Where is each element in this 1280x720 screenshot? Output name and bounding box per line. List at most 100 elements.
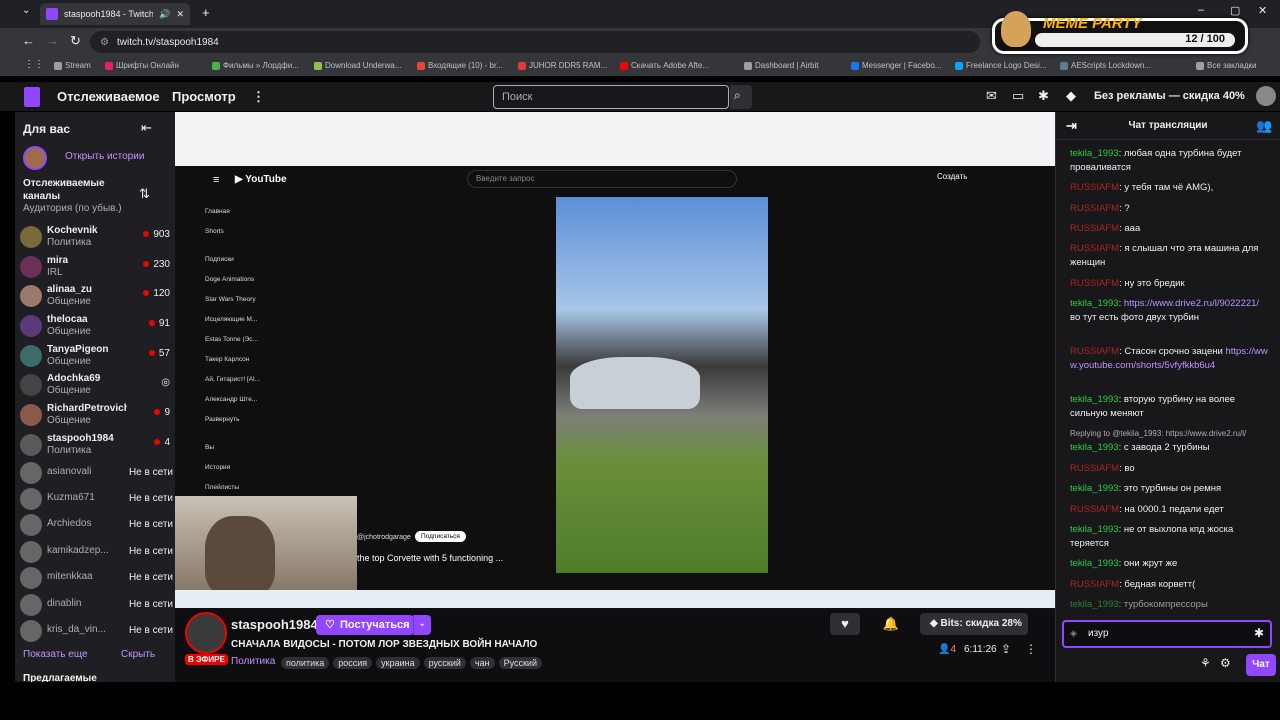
follow-button[interactable]: ♡ Постучаться xyxy=(316,615,414,635)
avatar xyxy=(20,345,42,367)
extensions-icon[interactable]: ✱ xyxy=(1038,88,1049,104)
show-more-link[interactable]: Показать еще xyxy=(23,649,88,660)
close-tab-icon[interactable]: ✕ xyxy=(176,9,184,20)
chat-message: RUSSIAFM: ааа xyxy=(1070,223,1141,234)
bookmark-item[interactable]: Dashboard | Airbit xyxy=(744,61,818,70)
sidebar-channel-offline[interactable]: kamikadzep... Не в сети xyxy=(20,538,173,566)
url-field[interactable]: ⚙ twitch.tv/staspooh1984 xyxy=(90,31,980,53)
bits-cheer-icon[interactable]: ✱ xyxy=(1254,626,1264,640)
tag[interactable]: украина xyxy=(376,657,420,669)
sidebar-channel-staspooh1984[interactable]: staspooh1984 Политика 4 xyxy=(20,431,170,459)
more-options-icon[interactable]: ⋮ xyxy=(1025,642,1037,656)
nav-browse[interactable]: Просмотр xyxy=(172,89,236,104)
sidebar-channel-adochka69[interactable]: Adochka69 Общение ◎ xyxy=(20,371,170,399)
chat-message: tekila_1993: https://www.drive2.ru/l/902… xyxy=(1070,298,1260,323)
tag[interactable]: Русский xyxy=(498,657,542,669)
bookmark-item[interactable]: Входящие (10) - br... xyxy=(417,61,503,70)
speaker-icon[interactable]: 🔊 xyxy=(159,9,170,20)
apps-icon[interactable]: ⋮⋮ xyxy=(24,59,44,70)
bookmark-item[interactable]: Freelance Logo Desi... xyxy=(955,61,1047,70)
sidebar-channel-tanyapigeon[interactable]: TanyaPigeon Общение 57 xyxy=(20,342,170,370)
hide-link[interactable]: Скрыть xyxy=(121,649,155,660)
user-avatar[interactable] xyxy=(1256,86,1276,106)
sidebar-channel-alinaa[interactable]: alinaa_zu Общение 120 xyxy=(20,282,170,310)
channel-name: TanyaPigeon xyxy=(47,344,109,355)
bookmark-item[interactable]: Фильмы » Лордфи... xyxy=(212,61,299,70)
twitch-logo-icon[interactable] xyxy=(24,87,40,107)
bookmark-item[interactable]: AEScripts Lockdown... xyxy=(1060,61,1151,70)
offline-status: Не в сети xyxy=(128,467,173,478)
emote-picker-icon[interactable]: ◈ xyxy=(1070,628,1077,639)
search-button[interactable]: ⌕ xyxy=(730,85,752,109)
nav-following[interactable]: Отслеживаемое xyxy=(57,89,160,104)
chat-points-icon[interactable]: ⚘ xyxy=(1200,656,1211,670)
ad-free-promo[interactable]: Без рекламы — скидка 40% xyxy=(1094,90,1245,102)
tag[interactable]: россия xyxy=(333,657,373,669)
sidebar-channel-offline[interactable]: asianovali Не в сети xyxy=(20,459,173,487)
streamer-name[interactable]: staspooh1984 xyxy=(231,617,318,632)
sidebar-channel-thelocaa[interactable]: thelocaa Общение 91 xyxy=(20,312,170,340)
sort-icon[interactable]: ⇅ xyxy=(139,186,150,202)
maximize-icon[interactable]: ▢ xyxy=(1230,4,1240,17)
community-icon[interactable]: 👥 xyxy=(1256,118,1272,134)
minimize-icon[interactable]: – xyxy=(1198,4,1204,16)
search-input[interactable]: Поиск xyxy=(493,85,729,109)
close-window-icon[interactable]: ✕ xyxy=(1258,4,1267,17)
chat-link[interactable]: https://www.drive2.ru/l/9022221/ xyxy=(1124,298,1259,309)
twitch-top-nav: Отслеживаемое Просмотр ⋮ Поиск ⌕ ✉ ▭ ✱ ◆… xyxy=(0,82,1280,112)
tag[interactable]: русский xyxy=(423,657,466,669)
stories-avatar[interactable] xyxy=(23,146,47,170)
bookmark-item[interactable]: Download Underwa... xyxy=(314,61,401,70)
bookmark-item[interactable]: Все закладки xyxy=(1196,61,1256,70)
collapse-sidebar-icon[interactable]: ⇤ xyxy=(141,120,152,136)
tag[interactable]: чан xyxy=(469,657,495,669)
whispers-icon[interactable]: ▭ xyxy=(1012,88,1024,104)
followed-channels-heading: Отслеживаемые каналы xyxy=(23,178,105,202)
like-button[interactable]: ♥ xyxy=(830,613,860,635)
forward-icon[interactable]: → xyxy=(46,33,59,48)
bookmark-item[interactable]: JUHOR DDR5 RAM... xyxy=(518,61,607,70)
sidebar-channel-offline[interactable]: dinablin Не в сети xyxy=(20,591,173,619)
stream-category[interactable]: Политика xyxy=(231,656,275,667)
bookmark-item[interactable]: Шрифты Онлайн xyxy=(105,61,179,70)
watch-party-icon: ◎ xyxy=(161,377,170,388)
channel-name: kris_da_vin... xyxy=(47,624,106,635)
follow-dropdown-button[interactable]: ⌄ xyxy=(413,615,431,635)
chat-send-button[interactable]: Чат xyxy=(1246,654,1276,676)
viewer-count: 👤4 xyxy=(938,644,957,655)
sidebar-channel-offline[interactable]: kris_da_vin... Не в сети xyxy=(20,617,173,645)
chat-message: RUSSIAFM: во xyxy=(1070,463,1135,474)
bookmark-item[interactable]: Скачать Adobe Afte... xyxy=(620,61,709,70)
bits-button[interactable]: ◆ Bits: скидка 28% xyxy=(920,613,1028,635)
new-tab-icon[interactable]: + xyxy=(202,5,210,20)
chat-settings-icon[interactable]: ⚙ xyxy=(1220,656,1231,670)
avatar xyxy=(20,404,42,426)
sidebar-channel-richardpetrovich[interactable]: RichardPetrovich Общение 9 xyxy=(20,401,170,429)
notifications-button[interactable]: 🔔 xyxy=(870,613,912,635)
channel-category: Общение xyxy=(47,326,91,337)
sidebar-channel-offline[interactable]: Archiedos Не в сети xyxy=(20,511,173,539)
share-icon[interactable]: ⇪ xyxy=(1001,642,1011,656)
open-stories-link[interactable]: Открыть истории xyxy=(65,151,144,162)
streamer-avatar[interactable] xyxy=(185,612,227,654)
reload-icon[interactable]: ↻ xyxy=(70,33,81,49)
sidebar-channel-mira[interactable]: mira IRL 230 xyxy=(20,253,170,281)
prime-icon[interactable]: ◆ xyxy=(1066,88,1076,104)
more-menu-icon[interactable]: ⋮ xyxy=(252,89,265,105)
bookmark-item[interactable]: Stream xyxy=(54,61,91,70)
bookmark-item[interactable]: Messenger | Facebo... xyxy=(851,61,941,70)
chat-message: tekila_1993: турбокомпрессоры xyxy=(1070,599,1208,610)
yt-create-button: Создать xyxy=(937,172,968,181)
tab-search-icon[interactable]: ⌄ xyxy=(22,5,30,16)
collapse-chat-icon[interactable]: ⇥ xyxy=(1066,118,1077,134)
sidebar-channel-offline[interactable]: Kuzma671 Не в сети xyxy=(20,485,173,513)
tag[interactable]: политика xyxy=(281,657,330,669)
channel-name: Kochevnik xyxy=(47,225,98,236)
browser-tab[interactable]: staspooh1984 - Twitch 🔊 ✕ xyxy=(40,3,190,25)
inbox-icon[interactable]: ✉ xyxy=(986,88,997,104)
sidebar-channel-offline[interactable]: mitenkkaa Не в сети xyxy=(20,564,173,592)
sidebar-channel-kochevnik[interactable]: Kochevnik Политика 903 xyxy=(20,223,170,251)
back-icon[interactable]: ← xyxy=(22,33,35,48)
site-info-icon[interactable]: ⚙ xyxy=(100,37,109,48)
chat-input[interactable]: ◈ изур ✱ xyxy=(1062,620,1272,648)
